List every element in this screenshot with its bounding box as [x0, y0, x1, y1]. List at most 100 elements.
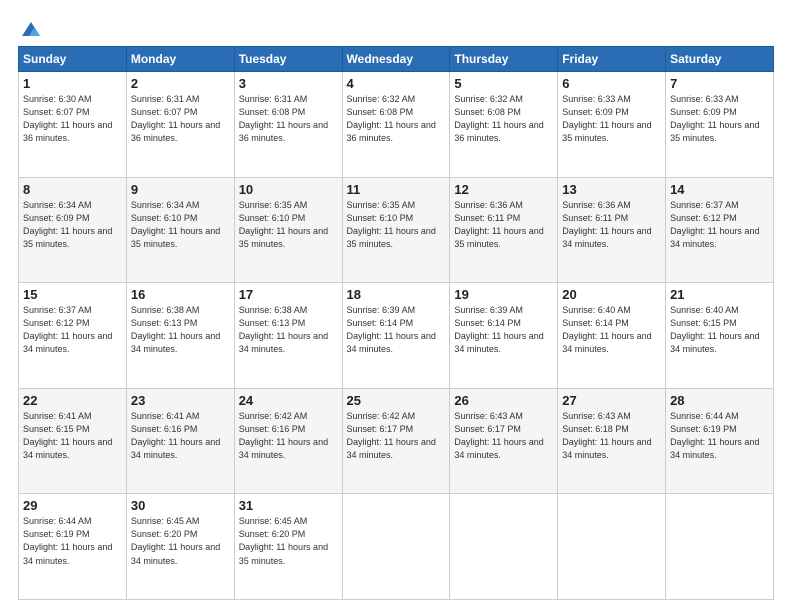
day-info: Sunrise: 6:41 AMSunset: 6:15 PMDaylight:… — [23, 410, 122, 462]
day-number: 1 — [23, 76, 122, 91]
calendar-cell: 6 Sunrise: 6:33 AMSunset: 6:09 PMDaylight… — [558, 72, 666, 178]
calendar-cell: 29 Sunrise: 6:44 AMSunset: 6:19 PMDayligh… — [19, 494, 127, 600]
day-number: 3 — [239, 76, 338, 91]
day-info: Sunrise: 6:32 AMSunset: 6:08 PMDaylight:… — [347, 93, 446, 145]
day-number: 12 — [454, 182, 553, 197]
day-info: Sunrise: 6:41 AMSunset: 6:16 PMDaylight:… — [131, 410, 230, 462]
day-number: 17 — [239, 287, 338, 302]
day-number: 2 — [131, 76, 230, 91]
calendar-cell: 23 Sunrise: 6:41 AMSunset: 6:16 PMDayligh… — [126, 388, 234, 494]
day-number: 28 — [670, 393, 769, 408]
day-number: 23 — [131, 393, 230, 408]
weekday-monday: Monday — [126, 47, 234, 72]
day-info: Sunrise: 6:35 AMSunset: 6:10 PMDaylight:… — [239, 199, 338, 251]
calendar-cell: 8Sunrise: 6:34 AMSunset: 6:09 PMDaylight… — [19, 177, 127, 283]
calendar-cell: 3 Sunrise: 6:31 AMSunset: 6:08 PMDaylight… — [234, 72, 342, 178]
calendar-cell: 13 Sunrise: 6:36 AMSunset: 6:11 PMDayligh… — [558, 177, 666, 283]
day-number: 13 — [562, 182, 661, 197]
day-number: 24 — [239, 393, 338, 408]
calendar-week-3: 15Sunrise: 6:37 AMSunset: 6:12 PMDayligh… — [19, 283, 774, 389]
day-info: Sunrise: 6:44 AMSunset: 6:19 PMDaylight:… — [23, 515, 122, 567]
calendar-cell: 20 Sunrise: 6:40 AMSunset: 6:14 PMDayligh… — [558, 283, 666, 389]
calendar-cell: 2 Sunrise: 6:31 AMSunset: 6:07 PMDaylight… — [126, 72, 234, 178]
calendar-cell: 11Sunrise: 6:35 AMSunset: 6:10 PMDayligh… — [342, 177, 450, 283]
calendar-cell: 14 Sunrise: 6:37 AMSunset: 6:12 PMDayligh… — [666, 177, 774, 283]
day-info: Sunrise: 6:30 AMSunset: 6:07 PMDaylight:… — [23, 93, 122, 145]
weekday-wednesday: Wednesday — [342, 47, 450, 72]
logo-area — [18, 18, 42, 36]
calendar-cell: 28 Sunrise: 6:44 AMSunset: 6:19 PMDayligh… — [666, 388, 774, 494]
calendar-cell: 27Sunrise: 6:43 AMSunset: 6:18 PMDayligh… — [558, 388, 666, 494]
day-info: Sunrise: 6:37 AMSunset: 6:12 PMDaylight:… — [670, 199, 769, 251]
day-number: 25 — [347, 393, 446, 408]
day-info: Sunrise: 6:36 AMSunset: 6:11 PMDaylight:… — [562, 199, 661, 251]
calendar-cell: 17 Sunrise: 6:38 AMSunset: 6:13 PMDayligh… — [234, 283, 342, 389]
day-info: Sunrise: 6:38 AMSunset: 6:13 PMDaylight:… — [239, 304, 338, 356]
calendar-week-4: 22 Sunrise: 6:41 AMSunset: 6:15 PMDayligh… — [19, 388, 774, 494]
day-info: Sunrise: 6:35 AMSunset: 6:10 PMDaylight:… — [347, 199, 446, 251]
calendar-cell: 26 Sunrise: 6:43 AMSunset: 6:17 PMDayligh… — [450, 388, 558, 494]
calendar-cell: 4 Sunrise: 6:32 AMSunset: 6:08 PMDaylight… — [342, 72, 450, 178]
logo — [18, 18, 42, 40]
day-info: Sunrise: 6:39 AMSunset: 6:14 PMDaylight:… — [454, 304, 553, 356]
calendar-cell: 18Sunrise: 6:39 AMSunset: 6:14 PMDayligh… — [342, 283, 450, 389]
calendar-cell: 31 Sunrise: 6:45 AMSunset: 6:20 PMDayligh… — [234, 494, 342, 600]
day-info: Sunrise: 6:42 AMSunset: 6:16 PMDaylight:… — [239, 410, 338, 462]
day-number: 27 — [562, 393, 661, 408]
calendar-week-2: 8Sunrise: 6:34 AMSunset: 6:09 PMDaylight… — [19, 177, 774, 283]
logo-icon — [20, 18, 42, 40]
calendar-cell: 10 Sunrise: 6:35 AMSunset: 6:10 PMDayligh… — [234, 177, 342, 283]
day-info: Sunrise: 6:38 AMSunset: 6:13 PMDaylight:… — [131, 304, 230, 356]
day-info: Sunrise: 6:33 AMSunset: 6:09 PMDaylight:… — [562, 93, 661, 145]
day-info: Sunrise: 6:43 AMSunset: 6:17 PMDaylight:… — [454, 410, 553, 462]
day-info: Sunrise: 6:42 AMSunset: 6:17 PMDaylight:… — [347, 410, 446, 462]
weekday-tuesday: Tuesday — [234, 47, 342, 72]
day-number: 29 — [23, 498, 122, 513]
day-info: Sunrise: 6:40 AMSunset: 6:14 PMDaylight:… — [562, 304, 661, 356]
day-number: 20 — [562, 287, 661, 302]
day-number: 30 — [131, 498, 230, 513]
calendar-cell: 19 Sunrise: 6:39 AMSunset: 6:14 PMDayligh… — [450, 283, 558, 389]
calendar-cell: 30 Sunrise: 6:45 AMSunset: 6:20 PMDayligh… — [126, 494, 234, 600]
calendar-cell — [558, 494, 666, 600]
day-number: 31 — [239, 498, 338, 513]
page: SundayMondayTuesdayWednesdayThursdayFrid… — [0, 0, 792, 612]
calendar-cell — [342, 494, 450, 600]
calendar-cell: 21 Sunrise: 6:40 AMSunset: 6:15 PMDayligh… — [666, 283, 774, 389]
day-number: 6 — [562, 76, 661, 91]
day-number: 4 — [347, 76, 446, 91]
calendar-cell: 7Sunrise: 6:33 AMSunset: 6:09 PMDaylight… — [666, 72, 774, 178]
day-info: Sunrise: 6:45 AMSunset: 6:20 PMDaylight:… — [131, 515, 230, 567]
day-number: 21 — [670, 287, 769, 302]
calendar-cell: 9 Sunrise: 6:34 AMSunset: 6:10 PMDaylight… — [126, 177, 234, 283]
day-info: Sunrise: 6:31 AMSunset: 6:07 PMDaylight:… — [131, 93, 230, 145]
day-info: Sunrise: 6:31 AMSunset: 6:08 PMDaylight:… — [239, 93, 338, 145]
day-number: 7 — [670, 76, 769, 91]
calendar-cell — [666, 494, 774, 600]
day-number: 26 — [454, 393, 553, 408]
calendar-table: SundayMondayTuesdayWednesdayThursdayFrid… — [18, 46, 774, 600]
day-info: Sunrise: 6:34 AMSunset: 6:10 PMDaylight:… — [131, 199, 230, 251]
day-number: 5 — [454, 76, 553, 91]
calendar-cell: 12 Sunrise: 6:36 AMSunset: 6:11 PMDayligh… — [450, 177, 558, 283]
day-number: 14 — [670, 182, 769, 197]
calendar-cell: 16 Sunrise: 6:38 AMSunset: 6:13 PMDayligh… — [126, 283, 234, 389]
day-info: Sunrise: 6:39 AMSunset: 6:14 PMDaylight:… — [347, 304, 446, 356]
day-number: 16 — [131, 287, 230, 302]
day-number: 8 — [23, 182, 122, 197]
calendar-cell: 15Sunrise: 6:37 AMSunset: 6:12 PMDayligh… — [19, 283, 127, 389]
day-info: Sunrise: 6:40 AMSunset: 6:15 PMDaylight:… — [670, 304, 769, 356]
calendar-cell: 1 Sunrise: 6:30 AMSunset: 6:07 PMDaylight… — [19, 72, 127, 178]
day-number: 22 — [23, 393, 122, 408]
calendar-cell: 22 Sunrise: 6:41 AMSunset: 6:15 PMDayligh… — [19, 388, 127, 494]
day-number: 19 — [454, 287, 553, 302]
day-number: 10 — [239, 182, 338, 197]
day-info: Sunrise: 6:44 AMSunset: 6:19 PMDaylight:… — [670, 410, 769, 462]
calendar-cell: 5Sunrise: 6:32 AMSunset: 6:08 PMDaylight… — [450, 72, 558, 178]
day-number: 9 — [131, 182, 230, 197]
day-info: Sunrise: 6:36 AMSunset: 6:11 PMDaylight:… — [454, 199, 553, 251]
day-info: Sunrise: 6:45 AMSunset: 6:20 PMDaylight:… — [239, 515, 338, 567]
weekday-thursday: Thursday — [450, 47, 558, 72]
weekday-friday: Friday — [558, 47, 666, 72]
day-number: 15 — [23, 287, 122, 302]
